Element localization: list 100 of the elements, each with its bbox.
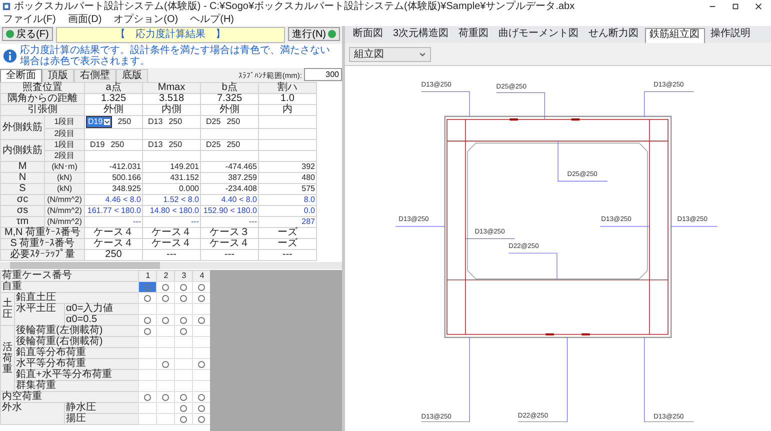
check-circle-icon[interactable] bbox=[144, 316, 151, 324]
check-circle-icon[interactable] bbox=[198, 284, 205, 290]
caret-icon bbox=[104, 119, 110, 125]
table-cell: 外側 bbox=[200, 104, 258, 116]
row-header: S bbox=[0, 184, 44, 194]
leader-line bbox=[600, 226, 650, 227]
row-header: 外水 bbox=[0, 402, 65, 425]
check-circle-icon[interactable] bbox=[180, 394, 187, 400]
table-cell: ケース３ bbox=[200, 228, 258, 238]
column-header: Mmax bbox=[142, 82, 200, 94]
check-circle-icon[interactable] bbox=[144, 394, 151, 400]
check-circle-icon[interactable] bbox=[198, 294, 205, 302]
section-tab[interactable]: 頂版 bbox=[42, 69, 74, 82]
leader-line bbox=[465, 238, 516, 240]
check-circle-icon[interactable] bbox=[144, 328, 151, 334]
check-circle-icon[interactable] bbox=[198, 316, 205, 324]
view-tab[interactable]: 鉄筋組立図 bbox=[644, 28, 705, 43]
section-tab[interactable]: 全断面 bbox=[0, 69, 42, 82]
leader-line bbox=[558, 140, 608, 182]
check-circle-icon[interactable] bbox=[162, 294, 169, 302]
menu-item[interactable]: 画面(D) bbox=[68, 13, 102, 26]
view-tab[interactable]: 断面図 bbox=[349, 28, 387, 43]
view-dropdown[interactable]: 組立図 bbox=[349, 46, 431, 62]
check-circle-icon[interactable] bbox=[198, 416, 205, 422]
menu-item[interactable]: オプション(O) bbox=[114, 13, 178, 26]
rebar-size-dropdown[interactable]: D19 bbox=[86, 116, 112, 128]
check-circle-icon[interactable] bbox=[198, 360, 205, 368]
table-cell: 1.0 bbox=[258, 94, 316, 104]
leader-line bbox=[496, 92, 545, 120]
table-cell: 387.259 bbox=[200, 172, 258, 184]
check-circle-icon[interactable] bbox=[144, 294, 151, 302]
check-circle-icon[interactable] bbox=[162, 316, 169, 324]
rebar-size: D25 bbox=[206, 140, 221, 149]
row-header: 内空荷重 bbox=[0, 391, 139, 403]
menu-item[interactable]: ヘルプ(H) bbox=[190, 13, 234, 26]
check-circle-icon[interactable] bbox=[162, 360, 169, 368]
leader-line bbox=[644, 91, 694, 117]
rebar-size: D13 bbox=[148, 117, 163, 126]
leader-line bbox=[395, 226, 446, 227]
row-header: 鉛直等分布荷重 bbox=[14, 347, 139, 359]
table-cell: 7.325 bbox=[200, 94, 258, 104]
next-button[interactable]: 進行(N) bbox=[288, 27, 340, 41]
row-header: M,N 荷重ｹｰｽ番号 bbox=[0, 228, 84, 238]
table-cell: -474.465 bbox=[200, 162, 258, 172]
window-title: ボックスカルバート設計システム(体験版) - C:¥Sogo¥ボックスカルバート設計システム(体験版)¥Sample¥サンプルデータ.abx bbox=[14, 0, 575, 13]
caret-icon bbox=[419, 50, 426, 58]
check-circle-icon[interactable] bbox=[198, 404, 205, 412]
maximize-icon[interactable] bbox=[731, 2, 740, 11]
table-cell: 4.46 < 8.0 bbox=[84, 194, 142, 206]
view-tab[interactable]: 3次元構造図 bbox=[389, 28, 453, 43]
row-header: 後輪荷重(右側載荷) bbox=[14, 336, 139, 348]
section-tab[interactable]: 底版 bbox=[116, 69, 148, 82]
column-header: 荷重ケース番号 bbox=[0, 270, 139, 282]
check-circle-icon[interactable] bbox=[180, 294, 187, 302]
column-header: 照査位置 bbox=[0, 82, 84, 94]
table-cell: 8.0 bbox=[258, 194, 316, 206]
table-cell: --- bbox=[200, 250, 258, 260]
check-circle-icon[interactable] bbox=[180, 316, 187, 324]
rebar-pitch: 250 bbox=[168, 140, 182, 149]
row-header: 必要ｽﾀｰﾗｯﾌﾟ量 bbox=[0, 250, 84, 260]
rebar-size: D19 bbox=[90, 140, 105, 149]
view-tab[interactable]: せん断力図 bbox=[584, 28, 643, 43]
rebar-pitch: 250 bbox=[226, 117, 240, 126]
haunch-range-field[interactable]: 300 bbox=[304, 68, 342, 81]
table-cell: 0.000 bbox=[142, 184, 200, 194]
table-cell: 4.40 < 8.0 bbox=[200, 194, 258, 206]
horizontal-scrollbar[interactable] bbox=[0, 262, 342, 269]
check-circle-icon[interactable] bbox=[144, 284, 151, 290]
close-icon[interactable] bbox=[754, 2, 763, 11]
menu-item[interactable]: ファイル(F) bbox=[3, 13, 56, 26]
check-circle-icon[interactable] bbox=[162, 394, 169, 400]
check-circle-icon[interactable] bbox=[180, 328, 187, 334]
check-circle-icon[interactable] bbox=[180, 404, 187, 412]
table-cell: 287 bbox=[258, 216, 316, 228]
check-circle-icon[interactable] bbox=[198, 394, 205, 400]
view-tab[interactable]: 荷重図 bbox=[454, 28, 493, 43]
row-header: N bbox=[0, 172, 44, 184]
back-button[interactable]: 戻る(F) bbox=[2, 27, 53, 41]
table-cell: --- bbox=[142, 216, 200, 228]
rebar-pitch: 250 bbox=[168, 117, 182, 126]
view-tab[interactable]: 曲げモーメント図 bbox=[494, 28, 583, 43]
section-tab[interactable]: 右側壁 bbox=[74, 69, 116, 82]
row-header: α0=入力値 bbox=[64, 303, 139, 315]
row-header: 鉛直+水平等分布荷重 bbox=[14, 369, 139, 381]
screen-heading: 【 応力度計算結果 】 bbox=[56, 27, 286, 43]
row-header: M bbox=[0, 162, 44, 172]
row-header: S 荷重ｹｰｽ番号 bbox=[0, 238, 84, 250]
table-cell: ーズ bbox=[258, 238, 316, 250]
view-tab[interactable]: 操作説明 bbox=[706, 28, 755, 43]
table-cell: 149.201 bbox=[142, 162, 200, 172]
row-header: σc bbox=[0, 194, 44, 206]
row-header: 外側鉄筋 bbox=[0, 116, 44, 140]
table-cell: 575 bbox=[258, 184, 316, 194]
table-cell: ケース４ bbox=[142, 228, 200, 238]
leader-line bbox=[508, 252, 558, 280]
table-cell: 1.52 < 8.0 bbox=[142, 194, 200, 206]
row-header: 1段目 bbox=[44, 116, 84, 128]
check-circle-icon[interactable] bbox=[180, 284, 187, 290]
table-cell: ケース４ bbox=[200, 238, 258, 250]
check-circle-icon[interactable] bbox=[180, 416, 187, 422]
